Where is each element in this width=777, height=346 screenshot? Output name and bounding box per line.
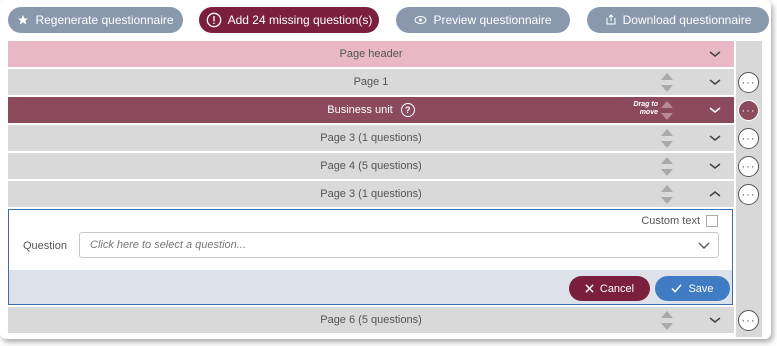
page-label: Page 1 [353,76,389,88]
more-options-button[interactable]: ··· [738,156,759,177]
page-row-business-unit[interactable]: Business unit ? Drag to move [8,97,734,124]
chevron-down-icon[interactable] [708,49,722,59]
page-row[interactable]: Page 1 [8,69,734,96]
reorder-arrows-icon[interactable] [660,128,674,149]
chevron-down-icon[interactable] [708,105,722,115]
more-options-button[interactable]: ··· [738,128,759,149]
close-icon [585,284,594,293]
reorder-arrows-icon[interactable] [660,100,674,121]
drag-hint-line1: Drag to [633,101,659,108]
regenerate-label: Regenerate questionnaire [35,13,174,27]
chevron-up-icon[interactable] [708,189,722,199]
panel-footer: Cancel Save [9,270,732,304]
custom-text-label: Custom text [641,215,700,227]
question-edit-panel: Custom text Question Click here to selec… [8,209,733,305]
page-row[interactable]: Page 3 (1 questions) [8,125,734,152]
preview-label: Preview questionnaire [433,13,552,27]
page-label: Page 4 (5 questions) [320,160,422,172]
page-label: Page 3 (1 questions) [320,132,422,144]
add-missing-label: Add 24 missing question(s) [227,13,373,27]
more-options-button[interactable]: ··· [738,100,759,121]
help-icon[interactable]: ? [400,103,415,117]
page-row-expanded[interactable]: Page 3 (1 questions) [8,181,734,208]
page-label: Page 6 (5 questions) [320,314,422,326]
custom-text-option[interactable]: Custom text [641,215,718,227]
download-questionnaire-button[interactable]: Download questionnaire [587,7,769,33]
page-label: Page 3 (1 questions) [320,188,422,200]
page-label: Business unit [327,104,393,116]
cancel-label: Cancel [599,282,635,295]
regenerate-questionnaire-button[interactable]: Regenerate questionnaire [8,7,183,33]
reorder-arrows-icon[interactable] [660,72,674,93]
chevron-down-icon[interactable] [708,161,722,171]
more-options-button[interactable]: ··· [738,310,759,331]
drag-hint-line2: move [639,109,658,116]
reorder-arrows-icon[interactable] [660,310,674,331]
export-icon [605,14,617,26]
more-options-button[interactable]: ··· [738,72,759,93]
page-header-label: Page header [339,48,403,60]
save-label: Save [688,282,714,295]
page-row[interactable]: Page 6 (5 questions) [8,307,734,334]
download-label: Download questionnaire [622,13,752,27]
more-options-button[interactable]: ··· [738,184,759,205]
custom-text-checkbox[interactable] [706,215,718,227]
toolbar: Regenerate questionnaire Add 24 missing … [8,7,769,33]
chevron-down-icon[interactable] [708,315,722,325]
star-icon [17,14,29,26]
check-icon [671,284,682,293]
question-label: Question [23,240,68,252]
cancel-button[interactable]: Cancel [569,276,650,301]
chevron-down-icon[interactable] [708,133,722,143]
question-select[interactable]: Click here to select a question... [79,232,719,258]
reorder-arrows-icon[interactable] [660,184,674,205]
reorder-arrows-icon[interactable] [660,156,674,177]
page-header-row[interactable]: Page header [8,41,734,68]
add-missing-questions-button[interactable]: Add 24 missing question(s) [199,7,379,33]
chevron-down-icon [698,242,710,249]
preview-questionnaire-button[interactable]: Preview questionnaire [396,7,570,33]
question-placeholder: Click here to select a question... [90,239,246,251]
page-row[interactable]: Page 4 (5 questions) [8,153,734,180]
chevron-down-icon[interactable] [708,77,722,87]
save-button[interactable]: Save [655,276,730,301]
eye-icon [414,15,427,25]
alert-icon [206,12,222,28]
drag-hint: Drag to move [634,101,659,117]
questionnaire-editor: Regenerate questionnaire Add 24 missing … [0,0,771,339]
